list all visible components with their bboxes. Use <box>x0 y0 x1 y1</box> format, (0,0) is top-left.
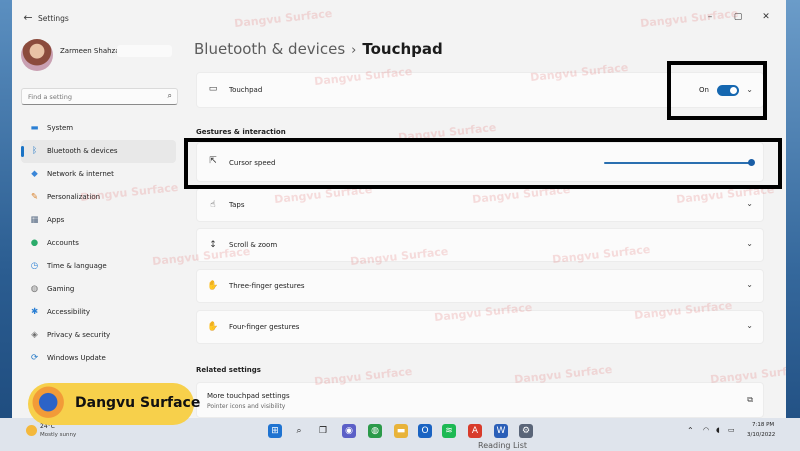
sidebar-item-label: Network & internet <box>47 170 114 178</box>
hand-icon: ✋ <box>207 281 219 291</box>
logo-text: Dangvu Surface <box>75 395 201 411</box>
avatar[interactable] <box>21 39 53 71</box>
spotify-icon[interactable]: ≋ <box>442 424 456 438</box>
sidebar-item-label: System <box>47 124 74 132</box>
gamepad-icon: ◍ <box>30 284 39 294</box>
battery-icon[interactable]: ▭ <box>728 426 735 434</box>
page-title: Touchpad <box>362 40 443 58</box>
sidebar-item-apps[interactable]: ▦ Apps <box>21 209 176 232</box>
chevron-down-icon[interactable]: ⌄ <box>746 199 753 208</box>
gesture-item-three-finger[interactable]: ✋ Three-finger gestures ⌄ <box>196 269 764 303</box>
close-button[interactable]: ✕ <box>754 10 778 24</box>
settings-window: ← Settings – ▢ ✕ Zarmeen Shahzad ⌕ ▬ Sys… <box>12 0 786 418</box>
accessibility-icon: ✱ <box>30 307 39 317</box>
pdf-icon[interactable]: A <box>468 424 482 438</box>
touchpad-icon: ▭ <box>208 84 218 94</box>
sidebar-item-label: Gaming <box>47 285 75 293</box>
gesture-item-scroll-zoom[interactable]: ↕ Scroll & zoom ⌄ <box>196 228 764 262</box>
more-touchpad-settings-card[interactable]: More touchpad settings Pointer icons and… <box>196 382 764 418</box>
sidebar-item-accessibility[interactable]: ✱ Accessibility <box>21 301 176 324</box>
profile-name: Zarmeen Shahzad <box>60 47 124 55</box>
search-field[interactable]: ⌕ <box>21 88 178 105</box>
wifi-tray-icon[interactable]: ◠ <box>703 426 709 434</box>
more-touchpad-subtitle: Pointer icons and visibility <box>207 403 286 410</box>
chat-icon[interactable]: ◉ <box>342 424 356 438</box>
clock-date[interactable]: 3/10/2022 <box>747 432 775 438</box>
start-icon[interactable]: ⊞ <box>268 424 282 438</box>
folder-icon[interactable]: ▬ <box>394 424 408 438</box>
sidebar-item-label: Windows Update <box>47 354 106 362</box>
sidebar-item-gaming[interactable]: ◍ Gaming <box>21 278 176 301</box>
reading-list-label: Reading List <box>478 441 527 450</box>
more-touchpad-title: More touchpad settings <box>207 392 290 400</box>
sidebar-item-system[interactable]: ▬ System <box>21 117 176 140</box>
shield-icon: ◈ <box>31 330 38 340</box>
chevron-up-icon[interactable]: ⌃ <box>687 426 694 435</box>
chevron-down-icon[interactable]: ⌄ <box>746 239 753 248</box>
sun-icon <box>26 425 37 436</box>
back-arrow-icon[interactable]: ← <box>20 10 36 26</box>
external-link-icon[interactable]: ⧉ <box>747 395 753 405</box>
brush-icon: ✎ <box>30 192 39 202</box>
apps-icon: ▦ <box>30 215 39 225</box>
volume-icon[interactable]: ◖ <box>716 426 720 434</box>
search-icon[interactable]: ⌕ <box>292 424 306 438</box>
tap-icon: ☝ <box>210 200 216 210</box>
breadcrumb-parent[interactable]: Bluetooth & devices <box>194 40 345 58</box>
sidebar-item-label: Accessibility <box>47 308 91 316</box>
highlight-box-toggle <box>667 61 767 120</box>
brand-logo: Dangvu Surface <box>28 383 200 425</box>
sidebar-item-label: Bluetooth & devices <box>47 147 118 155</box>
touchpad-label: Touchpad <box>229 86 263 94</box>
sidebar-item-bluetooth[interactable]: ᛒ Bluetooth & devices <box>21 140 176 163</box>
outlook-icon[interactable]: O <box>418 424 432 438</box>
search-icon[interactable]: ⌕ <box>168 91 172 101</box>
redacted-email <box>117 45 172 57</box>
monitor-icon: ▬ <box>30 123 39 133</box>
app-title: Settings <box>38 14 69 23</box>
chevron-down-icon[interactable]: ⌄ <box>746 321 753 330</box>
sidebar-item-label: Privacy & security <box>47 331 111 339</box>
sidebar-item-accounts[interactable]: ● Accounts <box>21 232 176 255</box>
settings-gear-icon[interactable]: ⚙ <box>519 424 533 438</box>
section-title-related: Related settings <box>196 366 261 374</box>
sidebar-item-windows-update[interactable]: ⟳ Windows Update <box>21 347 176 370</box>
desktop-wallpaper-right <box>786 0 800 451</box>
gesture-item-label: Four-finger gestures <box>229 323 300 331</box>
gesture-item-label: Taps <box>229 201 245 209</box>
sidebar-item-label: Accounts <box>47 239 79 247</box>
sidebar-nav: ▬ System ᛒ Bluetooth & devices ◆ Network… <box>21 117 181 370</box>
update-icon: ⟳ <box>30 353 39 363</box>
word-icon[interactable]: W <box>494 424 508 438</box>
sidebar-item-label: Time & language <box>47 262 107 270</box>
sidebar-item-label: Apps <box>47 216 65 224</box>
person-icon: ● <box>30 238 39 248</box>
chevron-down-icon[interactable]: ⌄ <box>746 280 753 289</box>
search-input[interactable] <box>28 91 158 102</box>
logo-mark-icon <box>32 386 68 422</box>
clock-time[interactable]: 7:18 PM <box>752 422 774 428</box>
highlight-box-cursor-speed <box>184 138 782 189</box>
hand-icon: ✋ <box>207 322 219 332</box>
task-view-icon[interactable]: ❐ <box>316 424 330 438</box>
chrome-icon[interactable]: ◍ <box>368 424 382 438</box>
gesture-item-label: Three-finger gestures <box>229 282 305 290</box>
bluetooth-icon: ᛒ <box>31 146 38 156</box>
breadcrumb-separator: › <box>351 43 357 58</box>
weather-desc: Mostly sunny <box>40 432 77 438</box>
sidebar-item-privacy[interactable]: ◈ Privacy & security <box>21 324 176 347</box>
wifi-icon: ◆ <box>31 169 38 179</box>
desktop-wallpaper-left <box>0 0 12 451</box>
breadcrumb: Bluetooth & devices › Touchpad <box>194 39 443 59</box>
section-title-gestures: Gestures & interaction <box>196 128 286 136</box>
globe-clock-icon: ◷ <box>30 261 39 271</box>
